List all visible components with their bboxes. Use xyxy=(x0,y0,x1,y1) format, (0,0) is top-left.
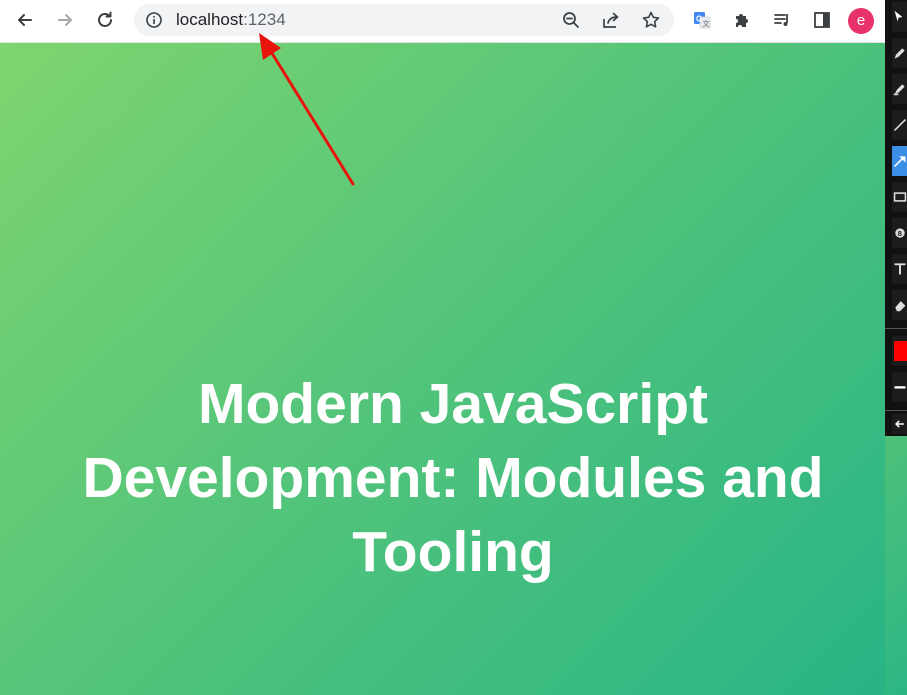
svg-text:8: 8 xyxy=(898,229,903,238)
stroke-width-picker[interactable] xyxy=(892,372,907,402)
rectangle-tool[interactable] xyxy=(892,182,907,212)
reload-button[interactable] xyxy=(91,6,119,34)
side-panel-button[interactable] xyxy=(808,6,836,34)
marker-tool[interactable] xyxy=(892,74,907,104)
side-panel-icon xyxy=(814,12,830,28)
line-icon xyxy=(894,119,906,131)
stamp-icon: 8 xyxy=(895,228,905,238)
page-title: Modern JavaScript Development: Modules a… xyxy=(82,372,824,584)
tools-separator xyxy=(885,328,907,329)
drawing-tools-panel: 8 xyxy=(885,0,907,436)
eraser-icon xyxy=(895,301,906,312)
color-picker[interactable] xyxy=(892,336,907,366)
zoom-out-icon[interactable] xyxy=(561,10,581,30)
pointer-icon xyxy=(894,10,903,22)
star-icon[interactable] xyxy=(641,10,661,30)
line-tool[interactable] xyxy=(892,110,907,140)
collapse-panel-button[interactable] xyxy=(892,414,907,434)
info-icon[interactable] xyxy=(144,10,164,30)
text-tool[interactable] xyxy=(892,254,907,284)
url-text[interactable]: localhost:1234 xyxy=(176,11,286,29)
select-tool[interactable] xyxy=(892,2,907,32)
url-host: localhost xyxy=(176,10,244,29)
arrow-tool[interactable] xyxy=(892,146,907,176)
eraser-tool[interactable] xyxy=(892,290,907,320)
profile-avatar[interactable]: e xyxy=(848,8,874,34)
reading-list-button[interactable] xyxy=(768,6,796,34)
arrow-left-icon xyxy=(18,14,32,26)
share-icon[interactable] xyxy=(601,10,621,30)
svg-text:文: 文 xyxy=(703,19,710,28)
rectangle-icon xyxy=(893,192,907,202)
page-content-edge xyxy=(885,436,907,695)
puzzle-icon xyxy=(736,14,748,27)
svg-text:G: G xyxy=(696,15,702,24)
extensions-button[interactable] xyxy=(728,6,756,34)
back-button[interactable] xyxy=(11,6,39,34)
stamp-tool[interactable]: 8 xyxy=(892,218,907,248)
arrow-right-icon xyxy=(58,14,72,26)
url-port: :1234 xyxy=(243,10,286,29)
tools-separator xyxy=(885,410,907,411)
stroke-width-icon xyxy=(894,386,906,389)
arrow-left-icon xyxy=(895,420,904,428)
address-bar[interactable]: localhost:1234 xyxy=(134,4,674,36)
translate-button[interactable]: G 文 xyxy=(688,6,716,34)
pen-icon xyxy=(894,48,905,59)
arrow-icon xyxy=(894,156,906,167)
color-swatch xyxy=(894,341,907,361)
reload-icon xyxy=(98,11,112,27)
marker-icon xyxy=(893,84,905,96)
text-icon xyxy=(894,263,906,275)
google-translate-icon: G 文 xyxy=(694,12,711,29)
reading-list-icon xyxy=(774,14,788,26)
pen-tool[interactable] xyxy=(892,38,907,68)
forward-button[interactable] xyxy=(51,6,79,34)
browser-toolbar: localhost:1234 G 文 e xyxy=(0,0,885,43)
